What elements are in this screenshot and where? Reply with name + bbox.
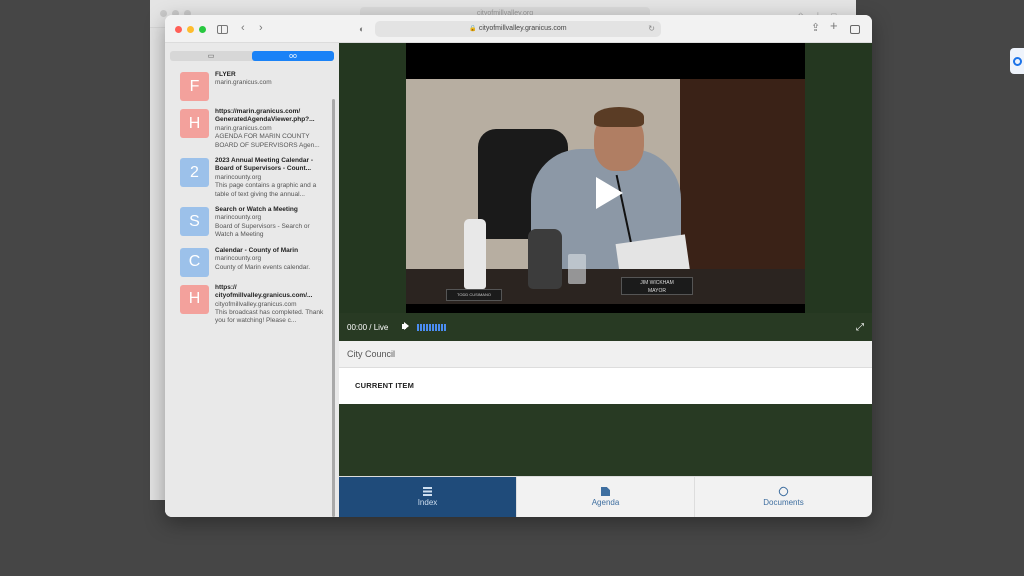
play-icon[interactable] xyxy=(596,177,623,209)
agenda-doc-icon xyxy=(601,487,610,496)
browser-toolbar: ‹ › ◐ 🔒 cityofmillvalley.granicus.com ↻ ⇪… xyxy=(165,15,872,43)
item-domain: marincounty.org xyxy=(215,255,262,263)
item-title: Search or Watch a Meeting xyxy=(215,206,298,214)
item-title: FLYER xyxy=(215,71,236,78)
tab-overview-icon[interactable] xyxy=(850,25,860,34)
item-domain: marin.granicus.com xyxy=(215,79,272,87)
item-title: Calendar - County of Marin xyxy=(215,246,299,254)
reading-list-sidebar: ▭ oo F FLYER marin.granicus.com Hhttps://ma… xyxy=(165,43,339,517)
current-item-panel: CURRENT ITEM xyxy=(339,368,872,404)
lock-icon: 🔒 xyxy=(469,26,477,32)
nameplate-left: TODD CUSIMANO xyxy=(446,289,502,301)
player-tabs: Index Agenda Documents xyxy=(339,476,872,517)
nameplate-mayor: JIM WICKHAM MAYOR xyxy=(621,277,693,295)
share-icon[interactable]: ⇪ xyxy=(811,21,820,35)
address-bar[interactable]: 🔒 cityofmillvalley.granicus.com ↻ xyxy=(375,21,661,37)
video-frame: TODD CUSIMANO JIM WICKHAM MAYOR xyxy=(406,79,805,304)
reading-list-glasses-icon[interactable]: oo xyxy=(252,51,334,61)
meeting-body-header: City Council xyxy=(339,341,872,368)
close-window-button[interactable] xyxy=(175,26,182,33)
volume-speaker-icon[interactable] xyxy=(402,324,406,329)
tab-index[interactable]: Index xyxy=(339,477,516,517)
background-sidebar xyxy=(150,28,165,500)
item-description: AGENDA FOR MARIN COUNTY BOARD OF SUPERVI… xyxy=(215,133,320,149)
item-domain: marincounty.org xyxy=(215,173,262,181)
item-title: https:// cityofmillvalley.granicus.com/.… xyxy=(215,283,313,300)
item-letter-tile: S xyxy=(180,207,209,237)
sidebar-scrollbar[interactable] xyxy=(332,99,335,517)
item-title: https://marin.granicus.com/ GeneratedAge… xyxy=(215,108,315,124)
tab-agenda[interactable]: Agenda xyxy=(516,477,694,517)
new-tab-icon[interactable]: + xyxy=(830,19,838,33)
item-letter-tile: H xyxy=(180,284,209,314)
item-letter-tile: H xyxy=(180,109,209,138)
tab-documents-label: Documents xyxy=(763,498,804,507)
sidebar-toggle-icon[interactable] xyxy=(217,25,228,34)
volume-slider[interactable] xyxy=(417,324,446,331)
back-arrow-icon[interactable]: ‹ xyxy=(241,21,245,35)
item-title: 2023 Annual Meeting Calendar - Board of … xyxy=(215,157,314,173)
item-description: County of Marin events calendar. xyxy=(215,263,311,271)
tab-index-label: Index xyxy=(417,498,438,507)
item-domain: marincounty.org xyxy=(215,214,262,222)
item-domain: marin.granicus.com xyxy=(215,124,272,132)
fullscreen-icon[interactable]: ⤢ xyxy=(856,323,866,333)
index-icon xyxy=(423,487,432,496)
address-text: cityofmillvalley.granicus.com xyxy=(478,25,567,32)
item-description: This page contains a graphic and a table… xyxy=(215,182,317,198)
video-player[interactable]: TODD CUSIMANO JIM WICKHAM MAYOR 00:00 / … xyxy=(339,43,872,333)
playback-time: 00:00 / Live xyxy=(347,323,389,332)
browser-window: ‹ › ◐ 🔒 cityofmillvalley.granicus.com ↻ ⇪… xyxy=(165,15,872,517)
traffic-lights xyxy=(175,26,206,33)
item-domain: cityofmillvalley.granicus.com xyxy=(215,300,297,308)
item-description: Board of Supervisors - Search or Watch a… xyxy=(215,222,310,239)
reading-list-item[interactable]: F FLYER marin.granicus.com xyxy=(180,71,325,101)
privacy-shield-icon[interactable]: ◐ xyxy=(359,22,364,36)
reading-list-item[interactable]: C Calendar - County of Marin marincounty.o… xyxy=(180,247,325,277)
paperclip-icon xyxy=(777,485,790,498)
tab-agenda-label: Agenda xyxy=(591,498,620,507)
bookmarks-book-icon[interactable]: ▭ xyxy=(170,51,252,61)
minimize-window-button[interactable] xyxy=(187,26,194,33)
zoom-window-button[interactable] xyxy=(199,26,206,33)
reading-list-item[interactable]: Hhttps:// cityofmillvalley.granicus.com/… xyxy=(180,284,325,326)
tab-documents[interactable]: Documents xyxy=(694,477,872,517)
item-letter-tile: 2 xyxy=(180,158,209,188)
screen-share-widget-icon[interactable] xyxy=(1010,48,1024,74)
sidebar-segment-control: ▭ oo xyxy=(170,51,334,61)
item-letter-tile: F xyxy=(180,72,209,101)
reading-list-item[interactable]: 2 2023 Annual Meeting Calendar - Board of… xyxy=(180,157,325,199)
current-item-label: CURRENT ITEM xyxy=(355,381,415,390)
reading-list-item[interactable]: S Search or Watch a Meeting marincounty.or… xyxy=(180,206,325,240)
meeting-body-name: City Council xyxy=(347,349,396,359)
item-letter-tile: C xyxy=(180,247,209,277)
video-controls: 00:00 / Live ⤢ xyxy=(339,319,872,341)
reload-icon[interactable]: ↻ xyxy=(648,21,655,37)
item-description: This broadcast has completed. Thank you … xyxy=(215,308,324,325)
reading-list: F FLYER marin.granicus.com Hhttps://marin.g… xyxy=(180,71,325,333)
forward-arrow-icon[interactable]: › xyxy=(259,21,263,35)
reading-list-item[interactable]: Hhttps://marin.granicus.com/ GeneratedAg… xyxy=(180,108,325,150)
granicus-player-page: TODD CUSIMANO JIM WICKHAM MAYOR 00:00 / … xyxy=(339,43,872,517)
